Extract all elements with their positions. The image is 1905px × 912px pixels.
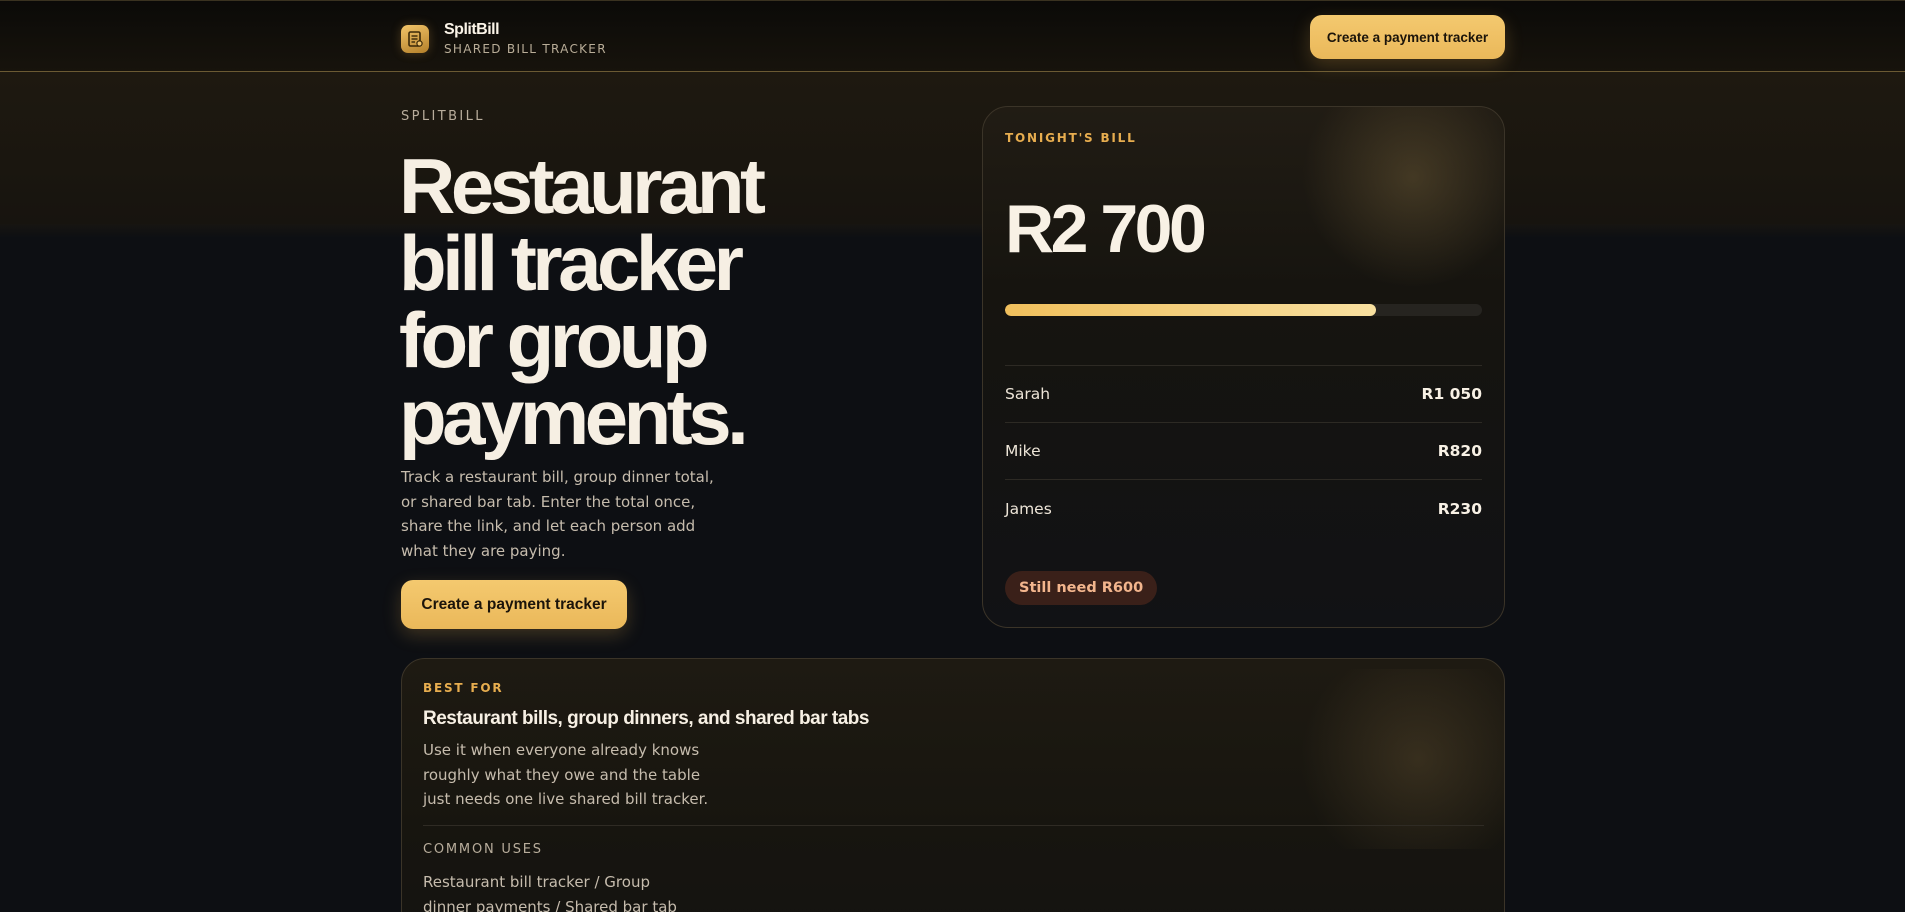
hero-description: Track a restaurant bill, group dinner to… [401, 468, 714, 560]
payment-progress-fill [1005, 304, 1377, 316]
common-uses-text: Restaurant bill tracker / Group dinner p… [423, 873, 677, 912]
best-for-eyebrow: BEST FOR [423, 681, 504, 695]
brand[interactable]: SplitBill SHARED BILL TRACKER [401, 21, 607, 57]
hero-headline: Restaurant bill tracker for group paymen… [399, 142, 766, 461]
header-create-tracker-button[interactable]: Create a payment tracker [1310, 15, 1505, 59]
hero-eyebrow: SPLITBILL [401, 109, 485, 124]
bill-preview-card: TONIGHT'S BILL R2 700 Sarah R1 050 Mike … [982, 106, 1505, 628]
payers-list: Sarah R1 050 Mike R820 James R230 [1005, 365, 1482, 537]
payer-amount: R230 [1437, 499, 1482, 518]
payer-row: Mike R820 [1005, 423, 1482, 480]
hero-background-glow [0, 72, 1905, 238]
best-for-card: BEST FOR Restaurant bills, group dinners… [401, 658, 1505, 912]
payer-row: Sarah R1 050 [1005, 366, 1482, 423]
payer-name: James [1005, 499, 1052, 518]
divider [423, 825, 1484, 826]
receipt-icon [401, 25, 429, 53]
brand-name: SplitBill [444, 21, 500, 38]
payer-name: Mike [1005, 442, 1041, 460]
brand-text: SplitBill SHARED BILL TRACKER [444, 21, 607, 57]
best-for-title: Restaurant bills, group dinners, and sha… [423, 708, 869, 729]
remaining-amount-badge: Still need R600 [1005, 571, 1158, 605]
brand-tagline: SHARED BILL TRACKER [444, 42, 607, 56]
hero-create-tracker-button[interactable]: Create a payment tracker [401, 580, 627, 629]
payment-progress-bar [1005, 304, 1482, 316]
bill-card-eyebrow: TONIGHT'S BILL [1005, 131, 1137, 145]
payer-name: Sarah [1005, 385, 1051, 403]
payer-row: James R230 [1005, 480, 1482, 537]
card-glow [1293, 107, 1504, 297]
payer-amount: R820 [1437, 442, 1482, 460]
common-uses-eyebrow: COMMON USES [423, 842, 543, 857]
best-for-description: Use it when everyone already knows rough… [423, 741, 709, 808]
bill-total-amount: R2 700 [1005, 191, 1207, 267]
card-glow [1262, 669, 1504, 849]
payer-amount: R1 050 [1421, 385, 1482, 403]
top-navigation-bar: SplitBill SHARED BILL TRACKER Create a p… [0, 0, 1905, 72]
